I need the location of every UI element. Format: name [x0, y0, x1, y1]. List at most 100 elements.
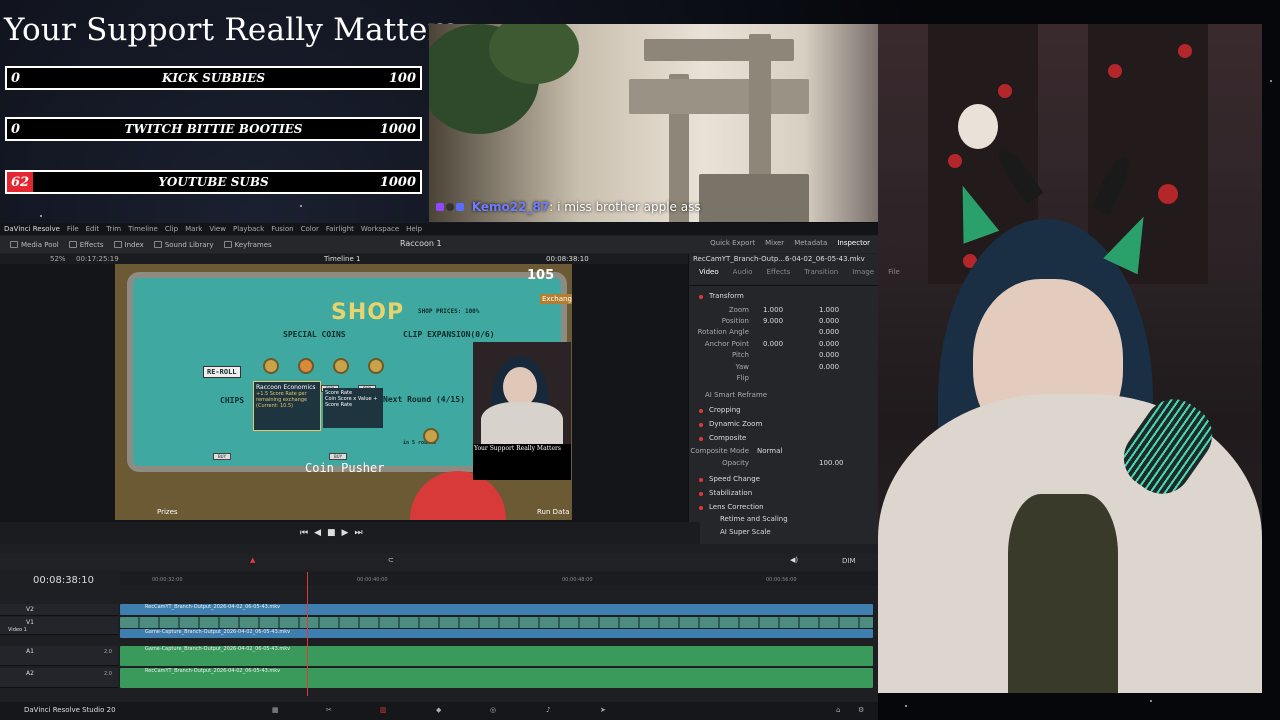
menu-trim[interactable]: Trim [106, 225, 121, 233]
coin-icon[interactable] [368, 358, 384, 374]
tab-effects[interactable]: Effects [767, 268, 791, 281]
section-dynamic-zoom[interactable]: Dynamic Zoom [689, 420, 879, 430]
track-level: 2.0 [104, 671, 112, 677]
opacity-value[interactable]: 100.00 [819, 459, 844, 467]
menu-view[interactable]: View [209, 225, 226, 233]
clip-a2[interactable]: RecCamYT_Branch-Output_2026-04-02_06-05-… [120, 668, 873, 688]
zoom-y[interactable]: 1.000 [819, 306, 839, 314]
clip-v1-thumbs[interactable] [120, 617, 873, 628]
ruler-tick: 00:00:40:00 [357, 577, 388, 583]
menu-fairlight[interactable]: Fairlight [326, 225, 354, 233]
page-bar: DaVinci Resolve Studio 20 ▦ ✂ ▥ ◆ ◎ ♪ ➤ … [0, 702, 878, 720]
settings-icon[interactable]: ⚙ [858, 706, 864, 714]
zoom-x[interactable]: 1.000 [763, 306, 783, 314]
section-cropping[interactable]: Cropping [689, 406, 879, 416]
color-page-icon[interactable]: ◎ [490, 706, 496, 714]
clip-v2[interactable]: RecCamYT_Branch-Output_2026-04-02_06-05-… [120, 604, 873, 615]
playhead[interactable] [307, 572, 308, 696]
pitch-value[interactable]: 0.000 [819, 351, 839, 359]
yaw-value[interactable]: 0.000 [819, 363, 839, 371]
position-y[interactable]: 0.000 [819, 317, 839, 325]
section-retime[interactable]: Retime and Scaling [720, 515, 788, 523]
buy-button[interactable]: BUY [329, 453, 347, 460]
menu-playback[interactable]: Playback [233, 225, 264, 233]
fairlight-page-icon[interactable]: ♪ [546, 706, 550, 714]
anchor-y[interactable]: 0.000 [819, 340, 839, 348]
anchor-x[interactable]: 0.000 [763, 340, 783, 348]
inspector-button[interactable]: Inspector [837, 239, 870, 247]
transform-section[interactable]: Transform [689, 292, 879, 302]
menu-clip[interactable]: Clip [165, 225, 178, 233]
buy-button[interactable]: BUY [213, 453, 231, 460]
composite-mode-select[interactable]: Normal [757, 447, 782, 455]
volume-icon[interactable]: ◀) [790, 556, 798, 564]
goal-bar-twitch: 0 TWITCH BITTIE BOOTIES 1000 [5, 117, 422, 141]
clip-a1[interactable]: Game-Capture_Branch-Output_2026-04-02_06… [120, 646, 873, 666]
param-label: Yaw [735, 363, 749, 371]
reroll-button[interactable]: RE-ROLL [203, 366, 241, 378]
tab-image[interactable]: Image [852, 268, 874, 281]
section-lens-correction[interactable]: Lens Correction [689, 503, 879, 513]
media-pool-button[interactable]: Media Pool [10, 241, 59, 249]
shirt [1008, 494, 1118, 693]
track-header-v2: V2 [0, 604, 118, 616]
selection-tool-icon[interactable]: ▲ [250, 556, 255, 564]
chat-message: Kemo22_87: i miss brother apple ass [436, 200, 701, 214]
menu-edit[interactable]: Edit [86, 225, 100, 233]
media-page-icon[interactable]: ▦ [272, 706, 279, 714]
dim-button[interactable]: DIM [842, 557, 856, 565]
section-ai-super-scale[interactable]: AI Super Scale [720, 528, 771, 536]
section-ai-smart-reframe[interactable]: AI Smart Reframe [689, 391, 879, 401]
menu-color[interactable]: Color [301, 225, 319, 233]
keyframes-button[interactable]: Keyframes [223, 241, 272, 249]
mixer-button[interactable]: Mixer [765, 239, 784, 247]
viewer[interactable]: SHOP SHOP PRICES: 100% SPECIAL COINS CLI… [0, 264, 688, 522]
coin-pusher-label: Coin Pusher [305, 461, 385, 475]
goal-label: TWITCH BITTIE BOOTIES [124, 122, 303, 136]
viewer-zoom[interactable]: 52% [50, 255, 66, 263]
sound-library-label: Sound Library [164, 240, 214, 249]
timeline-toolbar: ▲ ⊂ ◀) DIM [0, 553, 878, 570]
playback-buttons[interactable]: ⏮◀■▶⏭ [300, 528, 369, 538]
section-composite[interactable]: Composite [689, 434, 879, 444]
coin-icon[interactable] [263, 358, 279, 374]
tab-file[interactable]: File [888, 268, 900, 281]
tab-audio[interactable]: Audio [733, 268, 753, 281]
edit-page-icon[interactable]: ▥ [380, 706, 387, 714]
menu-help[interactable]: Help [406, 225, 422, 233]
fusion-page-icon[interactable]: ◆ [436, 706, 441, 714]
section-speed-change[interactable]: Speed Change [689, 475, 879, 485]
run-data-button[interactable]: Run Data [537, 508, 569, 516]
home-icon[interactable]: ⌂ [836, 706, 840, 714]
menu-workspace[interactable]: Workspace [361, 225, 399, 233]
position-x[interactable]: 9.000 [763, 317, 783, 325]
rotation-value[interactable]: 0.000 [819, 328, 839, 336]
tab-video[interactable]: Video [699, 268, 719, 281]
snap-icon[interactable]: ⊂ [388, 556, 394, 564]
coin-icon[interactable] [333, 358, 349, 374]
menu-mark[interactable]: Mark [185, 225, 202, 233]
effects-button[interactable]: Effects [68, 241, 104, 249]
menu-app[interactable]: DaVinci Resolve [4, 225, 60, 233]
section-stabilization[interactable]: Stabilization [689, 489, 879, 499]
menu-timeline[interactable]: Timeline [128, 225, 158, 233]
coin-icon[interactable] [423, 428, 439, 444]
quick-export-button[interactable]: Quick Export [710, 239, 755, 247]
opacity-label: Opacity [722, 459, 749, 467]
metadata-button[interactable]: Metadata [794, 239, 827, 247]
coin-icon[interactable] [298, 358, 314, 374]
deliver-page-icon[interactable]: ➤ [600, 706, 606, 714]
chips-heading: CHIPS [220, 396, 245, 405]
cut-page-icon[interactable]: ✂ [326, 706, 332, 714]
timeline-ruler[interactable]: 00:00:32:00 00:00:40:00 00:00:48:00 00:0… [120, 572, 878, 586]
menu-file[interactable]: File [67, 225, 79, 233]
index-button[interactable]: Index [113, 241, 144, 249]
menu-fusion[interactable]: Fusion [271, 225, 293, 233]
clip-v1[interactable]: Game-Capture_Branch-Output_2026-04-02_06… [120, 629, 873, 638]
prizes-button[interactable]: Prizes [157, 508, 178, 516]
tab-transition[interactable]: Transition [804, 268, 838, 281]
game-frame: SHOP SHOP PRICES: 100% SPECIAL COINS CLI… [115, 264, 572, 520]
sound-library-button[interactable]: Sound Library [153, 240, 214, 249]
exchange-button[interactable]: Exchange [540, 294, 572, 304]
timeline-selector[interactable]: Timeline 1 [324, 255, 360, 263]
